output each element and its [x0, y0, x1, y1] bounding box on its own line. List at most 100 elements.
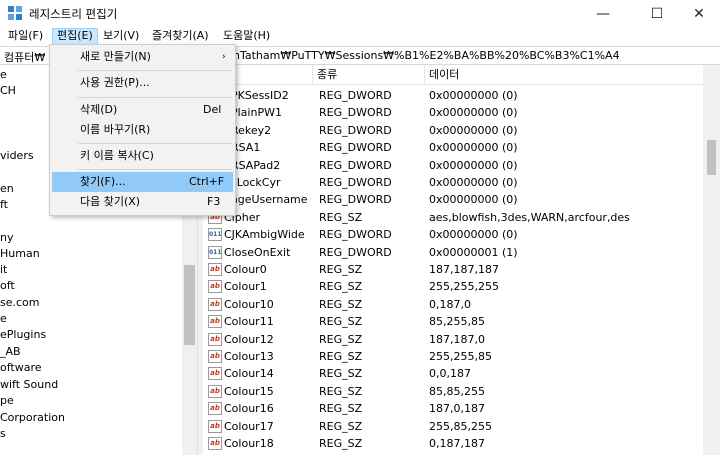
value-type: REG_SZ: [319, 437, 363, 450]
binary-value-icon: 011: [208, 245, 222, 259]
value-type: REG_DWORD: [319, 176, 392, 189]
menu-item-new[interactable]: 새로 만들기(N) ›: [52, 47, 233, 67]
value-data: 0x00000001 (1): [429, 245, 518, 259]
value-type: REG_DWORD: [319, 123, 392, 137]
column-header-type[interactable]: 종류: [313, 65, 425, 85]
tree-item[interactable]: _AB: [0, 344, 21, 360]
menu-separator: [78, 97, 232, 98]
column-header-data[interactable]: 데이터: [425, 65, 720, 85]
menu-help[interactable]: 도움말(H): [219, 28, 274, 45]
menu-item-label: 찾기(F)...: [80, 175, 126, 188]
table-row[interactable]: 011gRSAPad2REG_DWORD0x00000000 (0): [203, 157, 703, 174]
menu-shortcut: F3: [207, 195, 221, 208]
address-path[interactable]: nTatham₩PuTTY₩Sessions₩%B1%E2%BA%BB%20%B…: [233, 49, 620, 62]
value-name: Colour1: [224, 280, 267, 294]
menu-item-find-next[interactable]: 다음 찾기(X) F3: [52, 192, 233, 212]
table-row[interactable]: 011gRekey2REG_DWORD0x00000000 (0): [203, 122, 703, 139]
tree-item[interactable]: oftware: [0, 360, 42, 376]
tree-item[interactable]: s: [0, 426, 6, 442]
tree-item[interactable]: ny: [0, 230, 13, 246]
tree-item[interactable]: se.com: [0, 295, 40, 311]
value-type: REG_DWORD: [319, 158, 392, 172]
value-type: REG_DWORD: [319, 245, 392, 259]
tree-item[interactable]: it: [0, 262, 7, 278]
menu-file[interactable]: 파일(F): [4, 28, 47, 45]
tree-item[interactable]: viders: [0, 148, 34, 164]
value-list: 종류 데이터 011gPKSessID2REG_DWORD0x00000000 …: [203, 65, 720, 455]
tree-item[interactable]: ft: [0, 197, 8, 213]
value-data: 0,187,0: [429, 297, 471, 311]
value-type: REG_DWORD: [319, 141, 392, 155]
list-scrollbar[interactable]: [703, 65, 720, 455]
value-name: Colour12: [224, 332, 274, 346]
table-row[interactable]: ab Colour12 REG_SZ 187,187,0: [203, 331, 703, 348]
menu-item-rename[interactable]: 이름 바꾸기(R): [52, 120, 233, 140]
table-row[interactable]: ab Colour0 REG_SZ 187,187,187: [203, 261, 703, 278]
value-type: REG_SZ: [319, 315, 363, 329]
tree-item[interactable]: ePlugins: [0, 327, 46, 343]
address-prefix: 컴퓨터₩: [4, 51, 46, 64]
tree-item[interactable]: oft: [0, 278, 15, 294]
menu-item-permissions[interactable]: 사용 권한(P)...: [52, 73, 233, 93]
menu-shortcut: Del: [203, 103, 222, 116]
value-data: 255,255,85: [429, 350, 492, 363]
table-row[interactable]: 011 CJKAmbigWide REG_DWORD 0x00000000 (0): [203, 226, 703, 243]
value-data: 0x00000000 (0): [429, 89, 518, 102]
string-value-icon: ab: [208, 350, 222, 363]
tree-item[interactable]: Corporation: [0, 410, 65, 426]
tree-scroll-thumb[interactable]: [184, 265, 195, 345]
table-row[interactable]: 011psLockCyrREG_DWORD0x00000000 (0): [203, 174, 703, 191]
table-row[interactable]: 011angeUsernameREG_DWORD0x00000000 (0): [203, 191, 703, 208]
menu-item-label: 다음 찾기(X): [80, 195, 141, 208]
table-row[interactable]: ab Colour1 REG_SZ 255,255,255: [203, 278, 703, 295]
table-row[interactable]: 011gPlainPW1REG_DWORD0x00000000 (0): [203, 104, 703, 121]
close-button[interactable]: ✕: [676, 0, 720, 27]
tree-item[interactable]: wift Sound: [0, 377, 58, 393]
table-row[interactable]: 011gRSA1REG_DWORD0x00000000 (0): [203, 139, 703, 156]
table-row[interactable]: ab Colour10 REG_SZ 0,187,0: [203, 296, 703, 313]
menu-item-find[interactable]: 찾기(F)... Ctrl+F: [52, 172, 233, 192]
menu-favorites[interactable]: 즐겨찾기(A): [148, 28, 213, 45]
value-name: CJKAmbigWide: [224, 228, 305, 242]
value-data: 0,187,187: [429, 437, 485, 450]
table-row[interactable]: ab Colour11 REG_SZ 85,255,85: [203, 313, 703, 330]
table-row[interactable]: ab Colour13 REG_SZ 255,255,85: [203, 348, 703, 365]
tree-item[interactable]: en: [0, 181, 14, 197]
string-value-icon: ab: [208, 315, 222, 329]
value-data: 0x00000000 (0): [429, 106, 518, 120]
table-row[interactable]: 011gPKSessID2REG_DWORD0x00000000 (0): [203, 87, 703, 104]
menu-edit[interactable]: 편집(E): [52, 28, 98, 45]
string-value-icon: ab: [208, 419, 222, 433]
menu-item-copy-key-name[interactable]: 키 이름 복사(C): [52, 146, 233, 166]
minimize-button[interactable]: —: [580, 0, 626, 27]
table-row[interactable]: ab Colour18 REG_SZ 0,187,187: [203, 435, 703, 452]
menu-item-label: 삭제(D): [80, 103, 118, 116]
table-row[interactable]: ab Colour16 REG_SZ 187,0,187: [203, 400, 703, 417]
table-row[interactable]: 011 CloseOnExit REG_DWORD 0x00000001 (1): [203, 244, 703, 261]
table-row[interactable]: ab Colour15 REG_SZ 85,85,255: [203, 383, 703, 400]
tree-item[interactable]: e: [0, 67, 7, 83]
binary-value-icon: 011: [208, 228, 222, 242]
menu-separator: [78, 169, 232, 170]
table-row[interactable]: ab Colour17 REG_SZ 255,85,255: [203, 418, 703, 435]
string-value-icon: ab: [208, 263, 222, 276]
table-row[interactable]: ab Cipher REG_SZ aes,blowfish,3des,WARN,arc…: [203, 209, 703, 226]
menu-item-delete[interactable]: 삭제(D) Del: [52, 100, 233, 120]
maximize-button[interactable]: ☐: [634, 0, 680, 27]
tree-item[interactable]: Human: [0, 246, 40, 262]
tree-item[interactable]: pe: [0, 393, 14, 409]
menu-view[interactable]: 보기(V): [99, 28, 143, 45]
value-type: REG_SZ: [319, 350, 363, 363]
value-type: REG_DWORD: [319, 89, 392, 102]
value-type: REG_DWORD: [319, 228, 392, 242]
value-data: 0x00000000 (0): [429, 141, 518, 155]
table-row[interactable]: ab Colour14 REG_SZ 0,0,187: [203, 365, 703, 382]
value-name: Colour17: [224, 419, 274, 433]
list-scroll-thumb[interactable]: [707, 140, 716, 175]
tree-item[interactable]: e: [0, 311, 7, 327]
menu-item-label: 새로 만들기(N): [80, 50, 151, 63]
tree-item[interactable]: CH: [0, 83, 16, 99]
value-data: 187,187,187: [429, 263, 499, 276]
value-name: Colour16: [224, 402, 274, 416]
value-type: REG_SZ: [319, 419, 363, 433]
